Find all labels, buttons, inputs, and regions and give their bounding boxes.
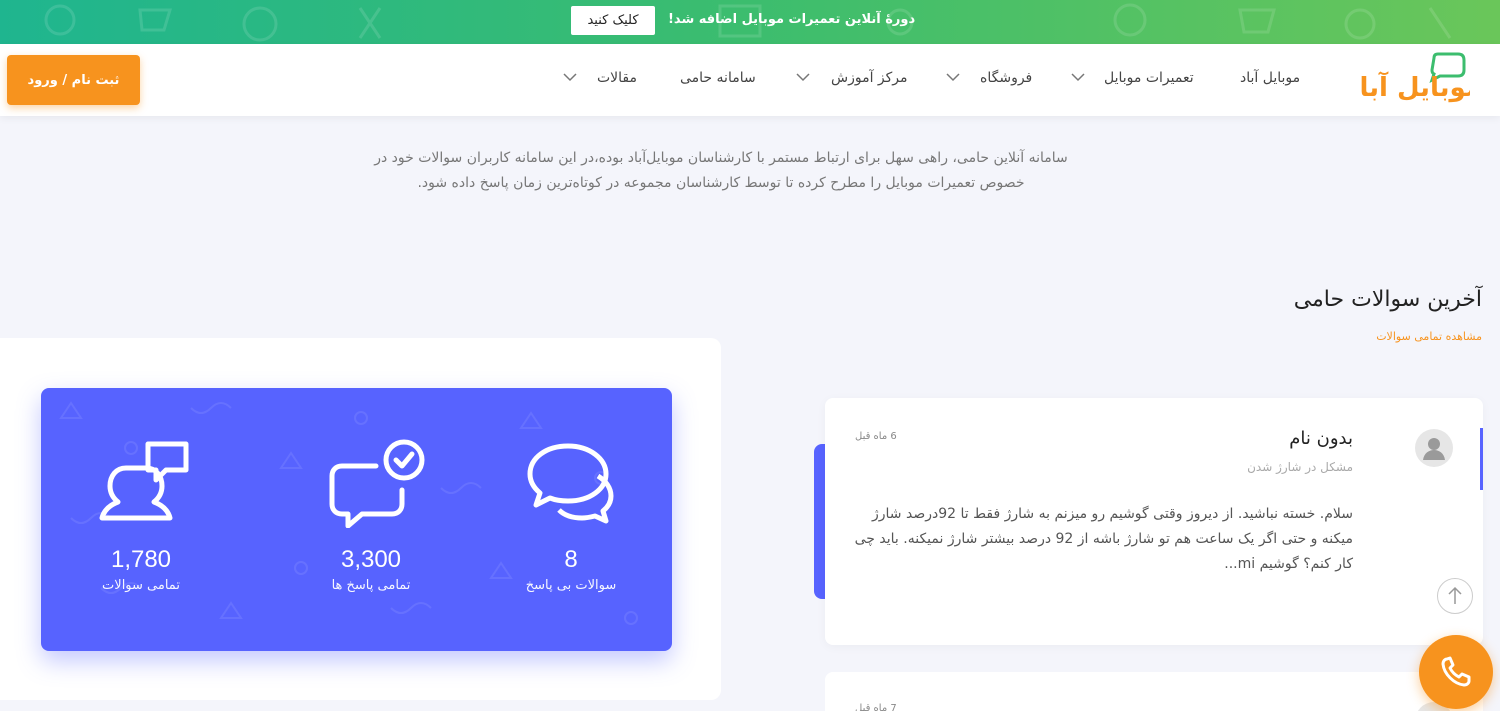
stat-value: 8 bbox=[564, 546, 578, 573]
user-question-icon bbox=[99, 441, 189, 521]
card-accent-bar bbox=[1480, 428, 1483, 490]
view-all-questions-link[interactable]: مشاهده تمامی سوالات bbox=[1376, 330, 1482, 343]
nav-item-shop[interactable]: فروشگاه bbox=[980, 70, 1032, 86]
nav-item-hami[interactable]: سامانه حامی bbox=[680, 70, 756, 86]
announcement-click-button[interactable]: کلیک کنید bbox=[571, 6, 655, 35]
nav-item-training[interactable]: مرکز آموزش bbox=[831, 70, 908, 86]
question-time: 6 ماه قبل bbox=[855, 431, 897, 442]
stat-label: سوالات بی پاسخ bbox=[525, 578, 617, 593]
question-card[interactable]: 7 ماه قبل bbox=[825, 672, 1483, 711]
stat-label: تمامی پاسخ ها bbox=[331, 578, 411, 593]
chat-bubbles-icon bbox=[527, 443, 614, 524]
scroll-up-button[interactable] bbox=[1437, 578, 1473, 614]
question-time: 7 ماه قبل bbox=[855, 703, 897, 711]
chevron-down-icon[interactable] bbox=[796, 72, 810, 82]
user-icon bbox=[1423, 438, 1445, 460]
main-nav: موبایل آباد تعمیرات موبایل فروشگاه مرکز … bbox=[0, 44, 1500, 116]
nav-item-repairs[interactable]: تعمیرات موبایل bbox=[1104, 70, 1194, 86]
phone-icon bbox=[1441, 656, 1471, 687]
stats-box: 8 سوالات بی پاسخ 3,300 تمامی پاسخ ها 1,7… bbox=[41, 388, 672, 651]
chevron-down-icon[interactable] bbox=[1071, 72, 1085, 82]
question-category: مشکل در شارژ شدن bbox=[1247, 460, 1353, 474]
nav-item-articles[interactable]: مقالات bbox=[597, 70, 637, 86]
call-button[interactable] bbox=[1419, 635, 1493, 709]
arrow-up-icon bbox=[1448, 586, 1462, 604]
avatar bbox=[1415, 429, 1453, 467]
stat-all-questions: 1,780 تمامی سوالات bbox=[51, 388, 231, 651]
question-card[interactable]: بدون نام مشکل در شارژ شدن 6 ماه قبل سلام… bbox=[825, 398, 1483, 645]
stat-value: 1,780 bbox=[110, 546, 172, 573]
site-header: موبایل آباد موبایل آباد تعمیرات موبایل ف… bbox=[0, 44, 1500, 116]
question-author: بدون نام bbox=[1289, 428, 1353, 449]
nav-item-mobileabad[interactable]: موبایل آباد bbox=[1240, 70, 1300, 86]
intro-text: سامانه آنلاین حامی، راهی سهل برای ارتباط… bbox=[374, 150, 1068, 191]
section-title: آخرین سوالات حامی bbox=[1293, 287, 1482, 312]
announcement-text: دورهٔ آنلاین تعمیرات موبایل اضافه شد! bbox=[668, 12, 916, 27]
login-register-button[interactable]: ثبت نام / ورود bbox=[7, 55, 140, 105]
chat-check-icon bbox=[329, 439, 425, 528]
stat-all-answers: 3,300 تمامی پاسخ ها bbox=[281, 388, 461, 651]
question-body: سلام. خسته نباشید. از دیروز وقتی گوشیم ر… bbox=[854, 506, 1353, 572]
chevron-down-icon[interactable] bbox=[563, 72, 577, 82]
stat-unanswered: 8 سوالات بی پاسخ bbox=[481, 388, 661, 651]
stat-label: تمامی سوالات bbox=[102, 578, 180, 593]
chevron-down-icon[interactable] bbox=[946, 72, 960, 82]
announcement-bar: دورهٔ آنلاین تعمیرات موبایل اضافه شد! کل… bbox=[0, 0, 1500, 44]
stat-value: 3,300 bbox=[340, 546, 402, 573]
